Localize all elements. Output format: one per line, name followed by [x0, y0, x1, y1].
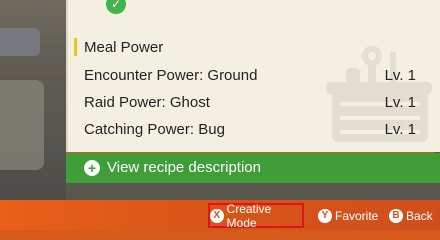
plus-circle-icon: +	[84, 160, 100, 176]
favorite-label: Favorite	[335, 209, 379, 223]
favorite-button[interactable]: Y Favorite	[318, 206, 378, 226]
meal-power-title: Meal Power	[84, 39, 164, 56]
power-name: Catching Power: Bug	[84, 121, 225, 138]
back-label: Back	[406, 209, 433, 223]
creative-mode-button[interactable]: X Creative Mode	[208, 201, 304, 230]
meal-power-row: Encounter Power: Ground Lv. 1	[84, 67, 424, 87]
meal-power-row: Raid Power: Ghost Lv. 1	[84, 94, 424, 114]
creative-mode-label: Creative Mode	[226, 201, 272, 230]
power-name: Raid Power: Ghost	[84, 94, 210, 111]
b-button-icon: B	[389, 209, 403, 223]
back-button[interactable]: B Back	[389, 206, 433, 226]
card-shadow	[66, 183, 440, 200]
checkmark-icon: ✓	[106, 0, 126, 14]
power-level: Lv. 1	[384, 94, 416, 111]
power-level: Lv. 1	[384, 67, 416, 84]
view-recipe-label: View recipe description	[107, 159, 261, 176]
power-level: Lv. 1	[384, 121, 416, 138]
meal-power-card: ✓ Meal Power Encounter Power: Ground Lv.…	[66, 0, 440, 152]
y-button-icon: Y	[318, 209, 332, 223]
view-recipe-button[interactable]: + View recipe description	[66, 153, 440, 183]
meal-power-row: Catching Power: Bug Lv. 1	[84, 121, 424, 141]
background-block	[0, 28, 40, 56]
section-marker	[74, 38, 77, 56]
x-button-icon: X	[210, 208, 224, 223]
background-block	[0, 80, 44, 170]
background-left-panel	[0, 0, 66, 200]
power-name: Encounter Power: Ground	[84, 67, 258, 84]
control-bar: X Creative Mode Y Favorite B Back	[0, 200, 440, 230]
